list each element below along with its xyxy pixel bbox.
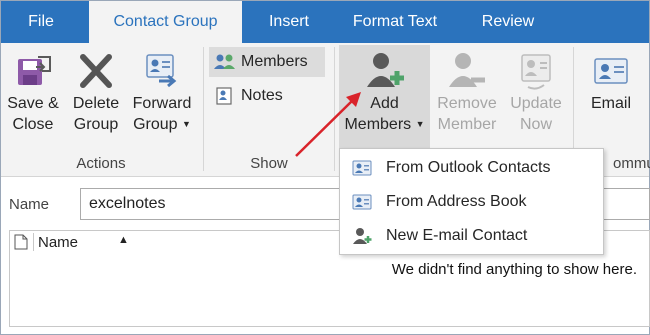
tab-contact-group[interactable]: Contact Group [89,1,242,44]
menu-item-from-address-book[interactable]: From Address Book [340,185,603,219]
new-contact-icon [353,228,372,244]
column-divider [33,233,34,251]
add-members-label-line1: Add [370,95,399,112]
group-divider [334,47,335,171]
add-member-icon [366,53,404,87]
name-input-value: excelnotes [89,195,166,212]
save-close-button[interactable]: Save & Close [3,49,63,135]
save-close-label-line2: Close [12,116,54,133]
group-divider [203,47,204,171]
menu-item-new-email-contact[interactable]: New E-mail Contact [340,219,603,253]
email-button[interactable]: Email [579,49,643,114]
address-book-icon [352,194,372,210]
update-now-label-line2: Now [519,116,552,133]
notes-label: Notes [241,87,283,104]
menu-item-from-outlook-contacts[interactable]: From Outlook Contacts [340,151,603,185]
member-list[interactable]: We didn't find anything to show here. [9,253,650,327]
tab-review[interactable]: Review [463,1,553,43]
empty-list-message: We didn't find anything to show here. [391,261,637,278]
delete-group-label-line1: Delete [72,95,120,112]
ribbon-tab-bar: File Contact Group Insert Format Text Re… [1,1,649,44]
column-header-name[interactable]: Name [38,234,78,251]
document-icon [14,234,28,250]
save-close-icon [18,56,51,85]
add-members-label-line2: Members ▼ [344,116,425,133]
tab-format-text[interactable]: Format Text [339,1,451,43]
forward-group-button[interactable]: Forward Group ▼ [127,49,197,135]
remove-member-label-line2: Member [437,116,497,133]
forward-group-label-line1: Forward [132,95,192,112]
tab-file[interactable]: File [7,1,75,43]
remove-member-button[interactable]: Remove Member [432,49,502,135]
menu-item-label: From Address Book [386,193,527,210]
name-field-label: Name [9,196,50,213]
remove-member-icon [449,53,485,87]
save-close-label-line1: Save & [7,95,59,112]
update-now-icon [521,54,551,90]
update-now-button[interactable]: Update Now [504,49,568,135]
notes-view-button[interactable]: Notes [209,81,325,111]
remove-member-label-line1: Remove [437,95,497,112]
notes-icon [216,87,232,105]
address-card-icon [352,160,372,176]
forward-group-icon [146,54,177,88]
menu-item-label: New E-mail Contact [386,227,528,244]
sort-ascending-icon: ▲ [118,234,129,246]
members-view-button[interactable]: Members [209,47,325,77]
members-label: Members [241,53,308,70]
delete-group-button[interactable]: Delete Group [67,49,125,135]
menu-item-label: From Outlook Contacts [386,159,551,176]
update-now-label-line1: Update [510,95,562,112]
delete-x-icon [80,54,112,88]
email-contact-icon [594,58,628,84]
delete-group-label-line2: Group [73,116,119,133]
email-label: Email [590,95,631,112]
forward-group-label-line2: Group ▼ [133,116,191,133]
actions-group-label: Actions [76,155,126,172]
tab-insert[interactable]: Insert [253,1,325,43]
communicate-group-label: ommu [613,155,650,172]
show-group-label: Show [250,155,288,172]
add-members-dropdown-menu: From Outlook Contacts From Address Book … [339,148,604,255]
members-icon [214,54,235,69]
add-members-button[interactable]: Add Members ▼ [339,49,430,135]
